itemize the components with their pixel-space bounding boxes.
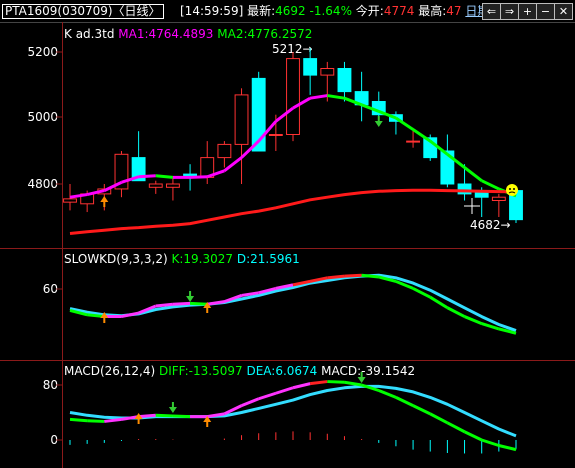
candle-body [491,196,506,201]
buy-signal-icon [100,196,109,207]
candle-body [337,68,352,93]
kd-k-segment [121,311,139,319]
kd-k-segment [446,306,466,318]
ma1-segment [463,166,483,182]
ma1-segment [138,174,156,179]
candle-body [406,140,421,143]
ma1-segment [412,128,432,143]
ma2-line [69,188,517,235]
macd-diff-segment [138,413,156,419]
kd-k-segment [172,301,191,306]
kd-k-segment [327,274,345,280]
kd-k-segment [344,273,362,278]
macd-diff-segment [395,396,414,407]
candle-body [148,183,163,188]
macd-diff-segment [481,438,500,447]
buy-signal-icon [134,413,143,424]
ma1-segment [155,174,174,179]
macd-diff-segment [498,444,517,452]
macd-diff-segment [258,391,277,401]
ma1-segment [327,94,345,100]
smiley-icon [506,184,518,196]
macd-diff-segment [240,397,260,408]
macd-dea-line [69,384,517,438]
sell-signal-icon [186,291,195,302]
ma1-segment [223,156,243,172]
candle-body [217,143,232,159]
macd-diff-segment [344,380,362,387]
kd-k-segment [190,301,208,306]
candle-body [234,94,249,145]
ma1-segment [481,179,500,191]
macd-diff-segment [446,421,466,434]
ma1-segment [309,94,328,100]
smiley-eye [513,188,515,190]
candle-body [286,58,300,135]
candle-body [63,198,77,203]
candle-body [268,134,283,136]
macd-diff-segment [69,417,88,423]
smiley-eye [509,188,511,190]
sell-signal-icon [168,402,177,413]
candle-body [165,183,180,188]
kd-k-segment [155,302,174,308]
macd-diff-segment [87,419,105,423]
kd-k-segment [361,273,379,279]
macd-diff-segment [309,380,328,386]
macd-diff-segment [292,382,311,390]
macd-diff-segment [429,412,449,425]
macd-diff-segment [412,404,431,416]
candle-body [303,58,318,76]
sell-signal-icon [374,116,383,127]
macd-diff-segment [104,417,122,423]
candle-body [320,68,335,76]
ma1-segment [190,175,208,179]
chart-canvas [56,48,523,454]
macd-diff-segment [463,430,483,442]
stock-chart-window: { "header": { "symbol": "PTA1609(030709)… [0,0,575,468]
macd-diff-segment [378,389,397,399]
macd-diff-segment [275,386,294,395]
macd-diff-segment [155,413,173,418]
ma1-segment [395,116,414,131]
kd-k-segment [463,315,483,325]
macd-diff-segment [327,380,345,384]
macd-diff-segment [172,414,191,419]
sell-signal-icon [357,372,366,383]
